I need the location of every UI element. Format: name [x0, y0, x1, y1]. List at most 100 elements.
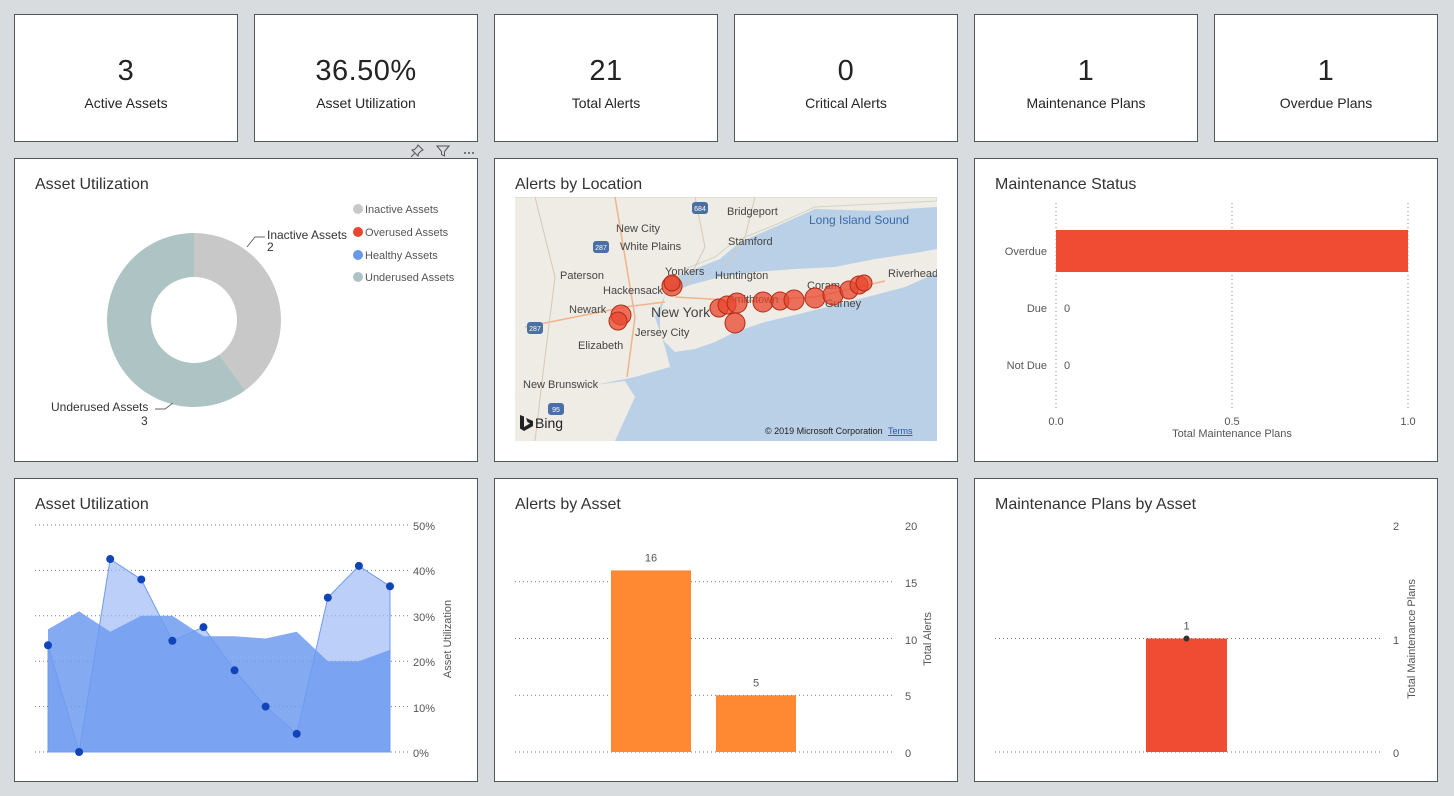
bar[interactable]: [1146, 638, 1227, 753]
legend: Inactive Assets Overused Assets Healthy …: [353, 204, 455, 284]
data-point[interactable]: [106, 555, 115, 564]
alert-bubble[interactable]: [783, 289, 805, 311]
data-label: 0: [1064, 303, 1070, 315]
legend-marker-underused: [353, 272, 363, 282]
data-point[interactable]: [323, 593, 332, 602]
legend-item-overused[interactable]: Overused Assets: [365, 227, 449, 239]
place-label: Long Island Sound: [809, 213, 909, 227]
data-label-underused-value: 3: [141, 414, 148, 428]
kpi-value: 1: [1077, 55, 1095, 87]
place-label: Riverhead: [888, 268, 937, 280]
kpi-card-overdue-plans[interactable]: 1 Overdue Plans: [1214, 14, 1438, 142]
legend-marker-healthy: [353, 250, 363, 260]
kpi-label: Critical Alerts: [805, 95, 887, 111]
y-tick-label: 10%: [413, 703, 435, 715]
asset-utilization-area-tile[interactable]: Asset Utilization 50% 40% 30% 20% 10% 0%…: [14, 478, 478, 782]
x-axis-title: Total Maintenance Plans: [1172, 428, 1292, 440]
y-tick-label: 20: [905, 521, 917, 533]
kpi-card-maintenance-plans[interactable]: 1 Maintenance Plans: [974, 14, 1198, 142]
y-axis-title: Total Alerts: [922, 612, 934, 666]
kpi-value: 3: [117, 55, 135, 87]
map-copyright: © 2019 Microsoft Corporation: [765, 426, 883, 436]
data-point[interactable]: [75, 748, 84, 756]
kpi-card-total-alerts[interactable]: 21 Total Alerts: [494, 14, 718, 142]
highway-shield-label: 95: [552, 407, 560, 414]
kpi-value: 21: [589, 55, 623, 87]
legend-marker-inactive: [353, 204, 363, 214]
place-label: New Brunswick: [523, 379, 599, 391]
highway-shield-label: 287: [529, 326, 541, 333]
bar[interactable]: [716, 695, 796, 752]
legend-item-inactive[interactable]: Inactive Assets: [365, 204, 439, 216]
data-label: 16: [645, 552, 657, 564]
donut-chart: Inactive Assets 2 Underused Assets 3 Ina…: [51, 204, 455, 428]
y-tick-label: 1: [1393, 635, 1399, 647]
data-point[interactable]: [261, 702, 270, 711]
data-point[interactable]: [199, 623, 208, 632]
kpi-label: Maintenance Plans: [1026, 95, 1146, 111]
alert-bubble[interactable]: [724, 312, 746, 334]
data-point[interactable]: [137, 575, 146, 584]
data-label-underused-name: Underused Assets: [51, 400, 148, 414]
kpi-card-critical-alerts[interactable]: 0 Critical Alerts: [734, 14, 958, 142]
y-category-label: Due: [1027, 303, 1047, 315]
alert-bubble[interactable]: [855, 274, 873, 292]
data-label-inactive-name: Inactive Assets: [267, 228, 347, 242]
place-label: Paterson: [560, 270, 604, 282]
kpi-label: Overdue Plans: [1279, 95, 1373, 111]
highway-shield-label: 684: [694, 206, 706, 213]
tile-title: Alerts by Location: [515, 176, 643, 193]
asset-utilization-area-chart: 50% 40% 30% 20% 10% 0% Asset Utilization: [35, 521, 454, 760]
kpi-label: Active Assets: [84, 95, 168, 111]
data-point[interactable]: [44, 641, 52, 650]
y-tick-label: 50%: [413, 521, 435, 533]
alerts-by-asset-tile[interactable]: Alerts by Asset 16 5 20 15 10 5 0 Total A…: [494, 478, 958, 782]
place-label: Huntington: [715, 270, 768, 282]
alert-bubble[interactable]: [663, 274, 681, 292]
place-label: Stamford: [728, 236, 773, 248]
data-point[interactable]: [168, 636, 177, 645]
data-point[interactable]: [354, 561, 363, 570]
maintenance-plans-by-asset-tile[interactable]: Maintenance Plans by Asset 1 2 1 0 Total…: [974, 478, 1438, 782]
alerts-by-location-tile[interactable]: Alerts by Location Bridgeport Long Islan…: [494, 158, 958, 462]
place-label: New York: [651, 304, 711, 320]
x-tick-label: 0.0: [1048, 416, 1063, 428]
kpi-card-active-assets[interactable]: 3 Active Assets: [14, 14, 238, 142]
data-label: 0: [1064, 360, 1070, 372]
legend-marker-overused: [353, 227, 363, 237]
alert-bubble[interactable]: [804, 287, 826, 309]
map-svg: Bridgeport Long Island Sound New City Wh…: [515, 197, 937, 441]
alert-bubble[interactable]: [608, 311, 628, 331]
place-label: White Plains: [620, 241, 682, 253]
map-canvas[interactable]: Bridgeport Long Island Sound New City Wh…: [515, 197, 937, 441]
y-tick-label: 30%: [413, 612, 435, 624]
data-point[interactable]: [292, 729, 301, 738]
place-label: Jersey City: [635, 327, 690, 339]
y-tick-label: 10: [905, 635, 917, 647]
y-tick-label: 0%: [413, 748, 429, 760]
leader-line-inactive: [246, 236, 265, 248]
map-terms-link[interactable]: Terms: [888, 426, 913, 436]
maintenance-status-chart: Overdue Due 0 Not Due 0 0.0 0.5 1.0 Total Ma…: [1005, 203, 1416, 440]
x-tick-label: 0.5: [1224, 416, 1239, 428]
bar-overdue[interactable]: [1056, 230, 1408, 272]
kpi-label: Total Alerts: [571, 95, 641, 111]
place-label: Newark: [569, 304, 607, 316]
maintenance-status-tile[interactable]: Maintenance Status Overdue Due 0 Not Due 0 0…: [974, 158, 1438, 462]
kpi-value: 0: [837, 55, 855, 87]
data-point: [1183, 635, 1190, 642]
data-point[interactable]: [386, 582, 394, 591]
y-tick-label: 0: [905, 748, 911, 760]
asset-utilization-donut-tile[interactable]: Asset Utilization Inactive Assets 2 Unde…: [14, 158, 478, 462]
data-point[interactable]: [230, 666, 239, 675]
data-label-inactive-value: 2: [267, 240, 274, 254]
data-label: 1: [1183, 621, 1189, 633]
legend-item-underused[interactable]: Underused Assets: [365, 272, 455, 284]
legend-item-healthy[interactable]: Healthy Assets: [365, 250, 438, 262]
y-tick-label: 40%: [413, 566, 435, 578]
kpi-card-asset-utilization[interactable]: 36.50% Asset Utilization: [254, 14, 478, 142]
leader-line-underused: [155, 402, 174, 410]
alert-bubble[interactable]: [752, 291, 774, 313]
alert-bubble[interactable]: [726, 292, 748, 314]
bar[interactable]: [611, 570, 691, 752]
